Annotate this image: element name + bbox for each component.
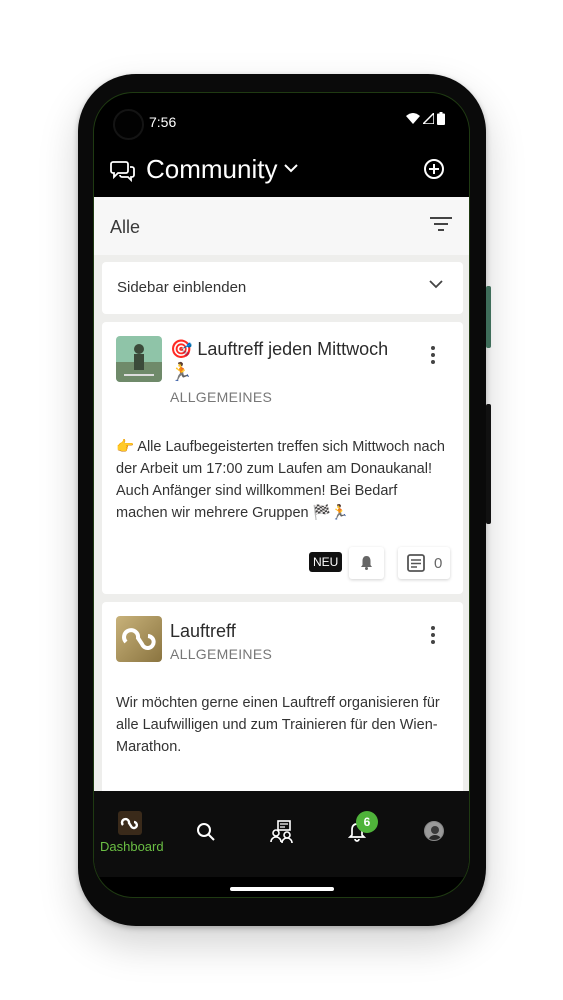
dashboard-logo-icon (118, 811, 142, 835)
profile-avatar[interactable] (424, 821, 444, 841)
subscribe-button[interactable] (349, 547, 384, 579)
feed-content[interactable]: Alle Sidebar einblenden 🎯 Lauftreff jede… (94, 197, 469, 802)
home-indicator[interactable] (230, 887, 334, 891)
community-icon (270, 820, 293, 844)
chevron-down-icon (429, 280, 443, 289)
comment-icon (407, 554, 425, 572)
post-card[interactable]: 🎯 Lauftreff jeden Mittwoch 🏃 ALLGEMEINES… (102, 322, 463, 594)
battery-icon (437, 112, 445, 125)
sidebar-toggle[interactable]: Sidebar einblenden (102, 262, 463, 314)
comments-button[interactable]: 0 (398, 547, 450, 579)
post-title[interactable]: Lauftreff (170, 620, 410, 643)
nav-community[interactable] (264, 791, 300, 871)
community-chat-icon[interactable] (110, 159, 136, 183)
post-category: ALLGEMEINES (170, 389, 273, 405)
camera-cutout (113, 109, 144, 140)
post-category: ALLGEMEINES (170, 646, 273, 662)
post-text: 👉 Alle Laufbegeisterten treffen sich Mit… (116, 439, 445, 521)
status-icons (406, 112, 445, 125)
app-bar: Community (94, 149, 469, 197)
nav-dashboard-label: Dashboard (100, 839, 164, 854)
volume-button (486, 404, 491, 524)
more-options-icon[interactable] (431, 626, 437, 647)
wifi-icon (406, 113, 420, 124)
bell-icon (361, 556, 372, 570)
post-actions: NEU 0 (102, 547, 463, 579)
filter-icon[interactable] (429, 215, 453, 233)
post-title[interactable]: 🎯 Lauftreff jeden Mittwoch 🏃 (170, 338, 410, 384)
post-text: Wir möchten gerne einen Lauftreff organi… (116, 695, 440, 755)
chevron-down-icon[interactable] (284, 163, 298, 173)
filter-bar: Alle (94, 197, 469, 255)
page-title[interactable]: Community (146, 154, 277, 185)
signal-icon (423, 113, 434, 124)
phone-screen: 7:56 Community Alle Sidebar einblenden 🎯… (93, 92, 470, 898)
post-card[interactable]: Lauftreff ALLGEMEINES Wir möchten gerne … (102, 602, 463, 802)
bottom-navigation: Dashboard 6 (94, 791, 469, 877)
new-badge: NEU (309, 552, 343, 572)
post-thumbnail (116, 336, 162, 382)
post-thumbnail (116, 616, 162, 662)
nav-dashboard[interactable]: Dashboard (96, 791, 166, 871)
status-bar: 7:56 (94, 93, 469, 149)
side-button (486, 286, 491, 348)
nav-search[interactable] (190, 791, 222, 871)
more-options-icon[interactable] (431, 346, 437, 367)
add-circle-icon[interactable] (423, 158, 445, 180)
sidebar-toggle-label: Sidebar einblenden (117, 279, 247, 296)
filter-label[interactable]: Alle (110, 217, 140, 238)
comment-count: 0 (434, 555, 443, 572)
notification-badge: 6 (356, 811, 378, 833)
search-icon (197, 823, 215, 841)
status-time: 7:56 (149, 114, 177, 130)
